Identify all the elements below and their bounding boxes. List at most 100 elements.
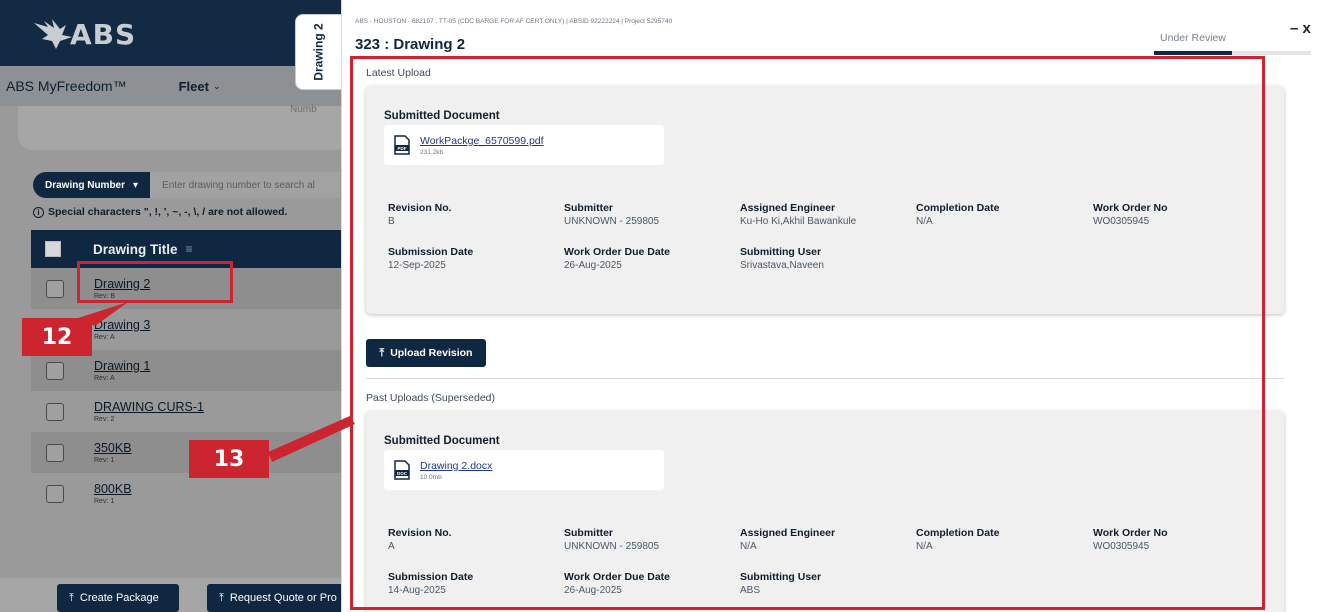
field-label: Revision No. — [388, 202, 452, 214]
drawing-link[interactable]: Drawing 1 — [94, 359, 150, 373]
latest-upload-card: Submitted Document PDF WorkPackge_657059… — [366, 86, 1284, 314]
tab-indicator-active — [1154, 51, 1232, 55]
field-label: Revision No. — [388, 527, 452, 539]
close-icon[interactable]: – x — [1290, 20, 1311, 37]
field-completion-date: Completion Date N/A — [916, 202, 999, 227]
partial-label: Numb — [290, 104, 317, 115]
field-value: A — [388, 541, 395, 552]
create-package-button[interactable]: ⤒ Create Package — [57, 584, 179, 612]
field-value: B — [388, 216, 395, 227]
submitted-document-heading: Submitted Document — [384, 110, 500, 122]
field-label: Assigned Engineer — [740, 527, 836, 539]
field-revision-no: Revision No. A — [388, 527, 452, 552]
project-info-line: ABS - HOUSTON - 682197 , TT-05 (CDC BARG… — [355, 18, 673, 25]
create-package-label: Create Package — [79, 592, 159, 604]
tab-indicator — [1154, 51, 1311, 55]
field-label: Submitter — [564, 202, 614, 214]
file-attachment[interactable]: DOC Drawing 2.docx 10.0mb — [384, 450, 664, 490]
field-value: 14-Aug-2025 — [388, 585, 446, 596]
table-row[interactable]: 350KB Rev: 1 — [31, 432, 345, 473]
field-work-order-due-date: Work Order Due Date 26-Aug-2025 — [564, 571, 670, 596]
field-label: Submission Date — [388, 246, 474, 258]
nav-bar: ABS MyFreedom™ Fleet ⌄ — [0, 66, 345, 106]
field-submission-date: Submission Date 14-Aug-2025 — [388, 571, 473, 596]
field-value: UNKNOWN - 259805 — [564, 541, 660, 552]
search-row: Drawing Number ▾ — [33, 172, 341, 198]
file-size: 231.2kb — [420, 148, 444, 156]
upload-revision-button[interactable]: ⤒ Upload Revision — [366, 339, 486, 367]
field-label: Work Order No — [1093, 202, 1168, 214]
field-revision-no: Revision No. B — [388, 202, 452, 227]
field-value: 12-Sep-2025 — [388, 260, 446, 271]
row-checkbox[interactable] — [46, 402, 64, 421]
upload-icon: ⤒ — [219, 591, 224, 604]
past-upload-card: Submitted Document DOC Drawing 2.docx 10… — [366, 411, 1284, 612]
field-work-order-no: Work Order No WO0305945 — [1093, 202, 1167, 227]
request-quote-label: Request Quote or Pro — [229, 592, 337, 604]
field-label: Submitting User — [740, 246, 822, 258]
field-submitter: Submitter UNKNOWN - 259805 — [564, 527, 659, 552]
field-value: N/A — [740, 541, 757, 552]
field-work-order-due-date: Work Order Due Date 26-Aug-2025 — [564, 246, 670, 271]
row-checkbox[interactable] — [46, 279, 64, 298]
table-row[interactable]: DRAWING CURS-1 Rev: 2 — [31, 391, 345, 432]
field-value: N/A — [916, 216, 933, 227]
caret-down-icon: ▾ — [133, 179, 139, 191]
field-submission-date: Submission Date 12-Sep-2025 — [388, 246, 473, 271]
drawer-vertical-tab[interactable]: Drawing 2 — [295, 14, 341, 90]
table-row[interactable]: 800KB Rev: 1 — [31, 473, 345, 514]
note-text: Special characters ", !, ', ~, -, \, / a… — [48, 206, 288, 218]
field-label: Submitting User — [740, 571, 822, 583]
eagle-icon — [34, 19, 72, 49]
request-quote-button[interactable]: ⤒ Request Quote or Pro — [207, 584, 345, 612]
latest-upload-label: Latest Upload — [366, 67, 431, 79]
row-checkbox[interactable] — [46, 484, 64, 503]
filter-icon[interactable]: ≡ — [186, 242, 193, 256]
submitted-document-heading: Submitted Document — [384, 435, 500, 447]
table-row[interactable]: Drawing 1 Rev: A — [31, 350, 345, 391]
search-input[interactable] — [150, 172, 341, 198]
field-value: UNKNOWN - 259805 — [564, 216, 660, 227]
drawing-link[interactable]: 800KB — [94, 482, 132, 496]
chevron-down-icon: ⌄ — [212, 80, 221, 91]
filter-card: Numb — [18, 104, 345, 150]
select-all-checkbox[interactable] — [45, 241, 61, 257]
search-dropdown-label: Drawing Number — [45, 179, 126, 191]
field-submitting-user: Submitting User Srivastava,Naveen — [740, 246, 824, 271]
row-checkbox[interactable] — [46, 443, 64, 462]
field-completion-date: Completion Date N/A — [916, 527, 999, 552]
abs-logo[interactable]: ABS — [32, 14, 136, 54]
section-divider — [366, 378, 1284, 379]
drawing-link[interactable]: 350KB — [94, 441, 132, 455]
upload-icon: ⤒ — [379, 346, 385, 359]
field-label: Completion Date — [916, 202, 1000, 214]
past-uploads-label: Past Uploads (Superseded) — [366, 392, 495, 404]
file-size: 10.0mb — [420, 473, 442, 481]
file-name-link[interactable]: WorkPackge_6570599.pdf — [420, 135, 544, 147]
drawing-link[interactable]: DRAWING CURS-1 — [94, 400, 204, 414]
field-value: 26-Aug-2025 — [564, 260, 622, 271]
field-value: Ku-Ho Ki,Akhil Bawankule — [740, 216, 857, 227]
nav-fleet-menu[interactable]: Fleet ⌄ — [179, 79, 221, 94]
field-value: 26-Aug-2025 — [564, 585, 622, 596]
file-type-label: PDF — [398, 146, 407, 151]
column-header-drawing-title[interactable]: Drawing Title — [93, 242, 178, 257]
search-field-dropdown[interactable]: Drawing Number ▾ — [33, 172, 151, 198]
field-label: Work Order Due Date — [564, 246, 670, 258]
row-checkbox[interactable] — [46, 361, 64, 380]
field-submitter: Submitter UNKNOWN - 259805 — [564, 202, 659, 227]
drawing-link[interactable]: Drawing 3 — [94, 318, 150, 332]
tab-under-review[interactable]: Under Review — [1154, 32, 1232, 44]
field-value: WO0305945 — [1093, 541, 1150, 552]
file-attachment[interactable]: PDF WorkPackge_6570599.pdf 231.2kb — [384, 125, 664, 165]
file-name-link[interactable]: Drawing 2.docx — [420, 460, 492, 472]
brand-name[interactable]: ABS MyFreedom™ — [6, 78, 127, 94]
doc-file-icon: DOC — [394, 460, 410, 480]
field-label: Work Order No — [1093, 527, 1168, 539]
drawer-title: 323 : Drawing 2 — [355, 36, 466, 53]
field-value: N/A — [916, 541, 933, 552]
field-value: WO0305945 — [1093, 216, 1150, 227]
field-value: Srivastava,Naveen — [740, 260, 824, 271]
revision-label: Rev: A — [94, 334, 115, 341]
field-label: Completion Date — [916, 527, 1000, 539]
